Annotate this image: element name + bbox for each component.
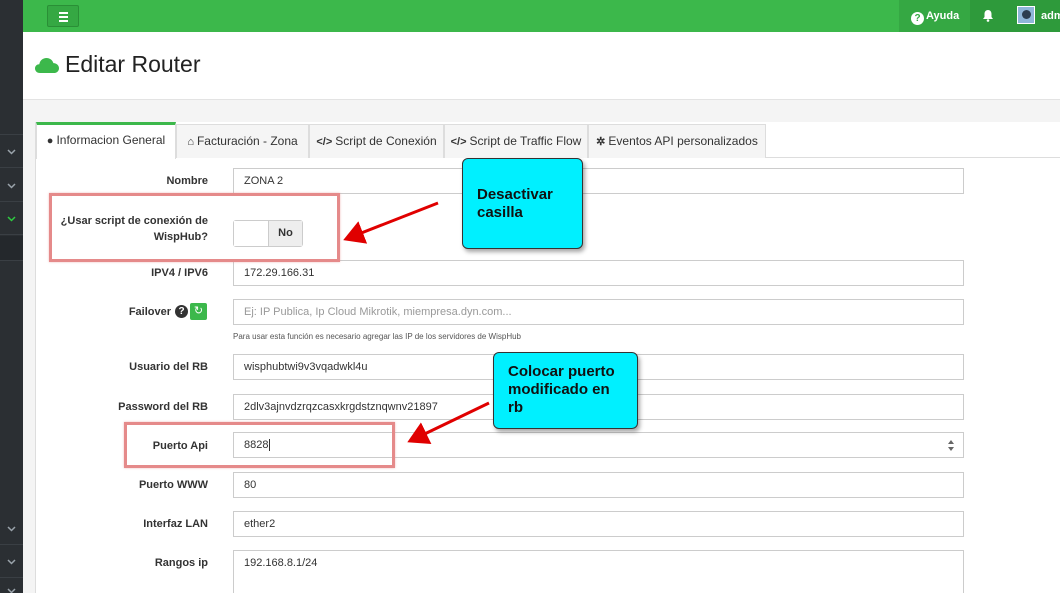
- callout-line: rb: [508, 399, 523, 416]
- failover-label: Failover: [128, 306, 171, 318]
- hamburger-icon-line: [59, 20, 68, 22]
- help-button[interactable]: ? Ayuda: [899, 0, 970, 32]
- usuario-label: Usuario del RB: [129, 361, 208, 373]
- hamburger-icon: [59, 12, 68, 14]
- page-title: Editar Router: [65, 51, 201, 77]
- user-label: admin: [1041, 10, 1060, 22]
- tab-label: Informacion General: [56, 133, 166, 147]
- highlight-box-puerto-api: [124, 422, 395, 468]
- avatar: [1017, 6, 1035, 24]
- chevron-down-icon: [7, 149, 16, 155]
- tab-label: Script de Conexión: [335, 134, 437, 148]
- home-icon: ⌂: [187, 136, 194, 148]
- page-header: Editar Router: [23, 32, 1060, 100]
- tab-label: Facturación - Zona: [196, 134, 298, 148]
- tab-facturacion-zona[interactable]: ⌂ Facturación - Zona: [176, 124, 309, 158]
- ip-label: IPV4 / IPV6: [151, 267, 208, 279]
- help-label: Ayuda: [926, 10, 960, 22]
- interfaz-lan-field[interactable]: ether2: [233, 511, 964, 537]
- top-navbar: ?Ayuda admin: [23, 0, 1060, 32]
- nombre-field[interactable]: ZONA 2: [233, 168, 964, 194]
- gear-icon: ✲: [596, 136, 606, 148]
- user-menu-button[interactable]: admin: [1006, 0, 1060, 32]
- sidebar-item[interactable]: [0, 104, 23, 135]
- highlight-box-usar-script: [49, 193, 340, 262]
- ip-field[interactable]: 172.29.166.31: [233, 260, 964, 286]
- notifications-button[interactable]: [970, 0, 1006, 32]
- cloud-icon: [35, 58, 59, 73]
- callout-line: casilla: [477, 204, 523, 221]
- callout-line: Desactivar: [477, 186, 553, 203]
- puerto-www-field[interactable]: 80: [233, 472, 964, 498]
- left-sidebar: [0, 0, 23, 593]
- tab-informacion-general[interactable]: ● Informacion General: [36, 122, 176, 159]
- refresh-icon[interactable]: ↻: [190, 303, 207, 320]
- sidebar-item-expand[interactable]: [0, 576, 23, 593]
- tab-label: Script de Traffic Flow: [469, 134, 582, 148]
- callout-line: Colocar puerto: [508, 363, 615, 380]
- tab-eventos-api[interactable]: ✲ Eventos API personalizados: [588, 124, 766, 158]
- callout-desactivar: Desactivar casilla: [462, 158, 583, 249]
- callout-puerto: Colocar puerto modificado en rb: [493, 352, 638, 429]
- bell-icon: [983, 10, 993, 22]
- rangos-ip-textarea[interactable]: 192.168.8.1/24: [233, 550, 964, 593]
- code-icon: </>: [316, 136, 333, 148]
- password-label: Password del RB: [118, 401, 208, 413]
- question-circle-icon[interactable]: ?: [175, 305, 188, 318]
- failover-field[interactable]: Ej: IP Publica, Ip Cloud Mikrotik, miemp…: [233, 299, 964, 325]
- tab-label: Eventos API personalizados: [608, 134, 758, 148]
- tab-script-traffic-flow[interactable]: </> Script de Traffic Flow: [444, 124, 588, 158]
- tab-script-conexion[interactable]: </> Script de Conexión: [309, 124, 444, 158]
- tab-bar: ● Informacion General ⌂ Facturación - Zona…: [36, 122, 1060, 159]
- hamburger-icon-line: [59, 16, 68, 18]
- info-circle-icon: ●: [46, 135, 54, 147]
- menu-toggle-button[interactable]: [47, 5, 79, 27]
- rangos-ip-label: Rangos ip: [154, 557, 208, 569]
- puerto-www-label: Puerto WWW: [138, 479, 208, 491]
- failover-icons: ? ↻: [175, 303, 207, 320]
- question-circle-icon: ?: [911, 12, 924, 25]
- spinner-arrows-icon[interactable]: [947, 439, 955, 452]
- failover-help-text: Para usar esta función es necesario agre…: [233, 332, 522, 341]
- code-icon: </>: [450, 136, 467, 148]
- chevron-down-icon: [7, 588, 16, 593]
- callout-line: modificado en: [508, 381, 610, 398]
- interfaz-lan-label: Interfaz LAN: [143, 518, 208, 530]
- sidebar-item-expand[interactable]: [0, 137, 23, 168]
- nombre-label: Nombre: [166, 175, 208, 187]
